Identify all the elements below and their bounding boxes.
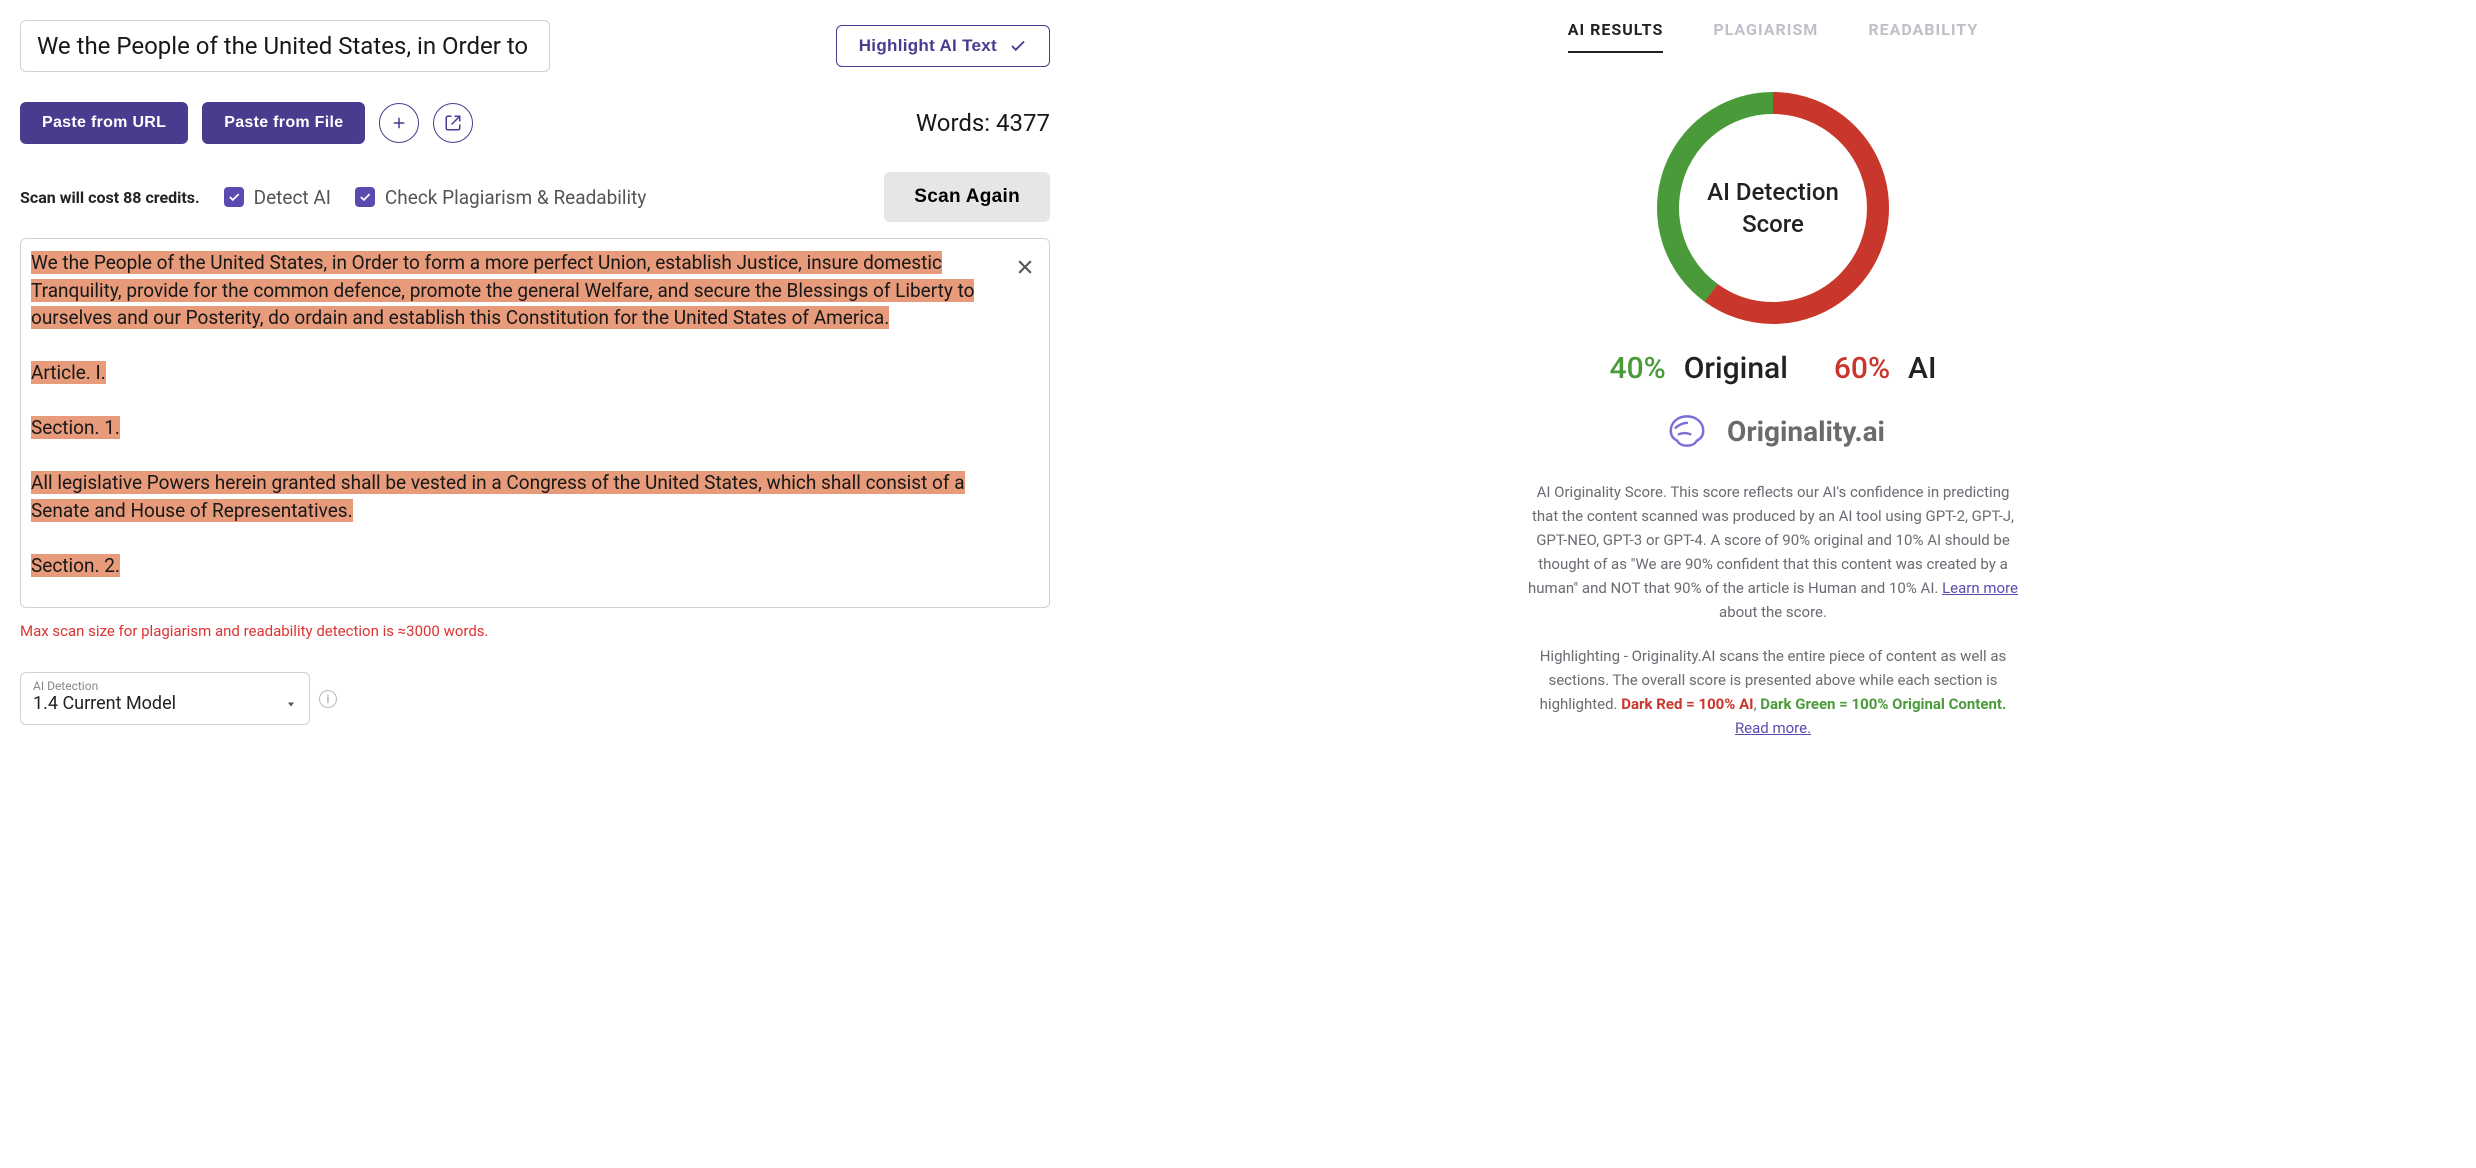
title-input[interactable]: We the People of the United States, in O…: [20, 20, 550, 72]
tab-readability[interactable]: READABILITY: [1868, 20, 1978, 53]
model-select-label: AI Detection: [33, 679, 297, 693]
scan-again-button[interactable]: Scan Again: [884, 172, 1050, 222]
brand-name: Originality.ai: [1727, 415, 1885, 448]
ai-label: AI: [1908, 351, 1936, 386]
check-icon: [1009, 37, 1027, 55]
score-description: AI Originality Score. This score reflect…: [1523, 480, 2023, 624]
learn-more-link[interactable]: Learn more: [1942, 579, 2018, 597]
check-icon: [358, 190, 372, 204]
highlighted-paragraph: Section. 1.: [31, 414, 1009, 442]
credit-cost-label: Scan will cost 88 credits.: [20, 188, 200, 207]
export-button[interactable]: [433, 103, 473, 143]
tab-plagiarism[interactable]: PLAGIARISM: [1713, 20, 1818, 53]
read-more-link[interactable]: Read more.: [1735, 719, 1811, 737]
highlight-ai-text-button[interactable]: Highlight AI Text: [836, 25, 1050, 67]
check-plagiarism-checkbox[interactable]: [355, 187, 375, 207]
original-label: Original: [1684, 351, 1788, 386]
result-tabs: AI RESULTS PLAGIARISM READABILITY: [1568, 20, 1979, 53]
highlighted-paragraph: All legislative Powers herein granted sh…: [31, 469, 1009, 524]
donut-center-line1: AI Detection: [1707, 176, 1839, 208]
model-select-value: 1.4 Current Model: [33, 693, 176, 714]
close-icon: [1015, 257, 1035, 277]
detect-ai-checkbox[interactable]: [224, 187, 244, 207]
chevron-down-icon: [285, 698, 297, 710]
check-plagiarism-label: Check Plagiarism & Readability: [385, 186, 646, 209]
highlighted-paragraph: Section. 2.: [31, 552, 1009, 580]
legend-green: Dark Green = 100% Original Content.: [1760, 695, 2006, 713]
ai-detection-donut: AI Detection Score: [1648, 83, 1898, 333]
legend-red: Dark Red = 100% AI: [1621, 695, 1753, 713]
original-percent: 40%: [1610, 351, 1666, 386]
detect-ai-option[interactable]: Detect AI: [224, 186, 331, 209]
ai-percent: 60%: [1834, 351, 1890, 386]
ai-detection-model-select[interactable]: AI Detection 1.4 Current Model i: [20, 672, 310, 725]
highlighted-paragraph: Article. I.: [31, 359, 1009, 387]
clear-text-button[interactable]: [1015, 257, 1035, 285]
paste-from-file-button[interactable]: Paste from File: [202, 102, 365, 144]
highlighted-paragraph: We the People of the United States, in O…: [31, 249, 1009, 332]
check-icon: [227, 190, 241, 204]
paste-from-url-button[interactable]: Paste from URL: [20, 102, 188, 144]
score-line: 40% Original 60% AI: [1610, 351, 1937, 386]
content-textarea[interactable]: We the People of the United States, in O…: [20, 238, 1050, 608]
tab-ai-results[interactable]: AI RESULTS: [1568, 20, 1664, 53]
donut-center-line2: Score: [1742, 208, 1804, 240]
check-plagiarism-option[interactable]: Check Plagiarism & Readability: [355, 186, 646, 209]
highlight-ai-text-label: Highlight AI Text: [859, 36, 997, 56]
highlighting-description: Highlighting - Originality.AI scans the …: [1523, 644, 2023, 740]
word-count: Words: 4377: [916, 109, 1050, 137]
max-scan-warning: Max scan size for plagiarism and readabi…: [20, 622, 1050, 640]
plus-icon: [390, 114, 408, 132]
brand-logo: Originality.ai: [1661, 410, 1885, 452]
info-icon[interactable]: i: [319, 690, 337, 708]
add-button[interactable]: [379, 103, 419, 143]
export-icon: [444, 114, 462, 132]
brain-icon: [1661, 410, 1713, 452]
detect-ai-label: Detect AI: [254, 186, 331, 209]
